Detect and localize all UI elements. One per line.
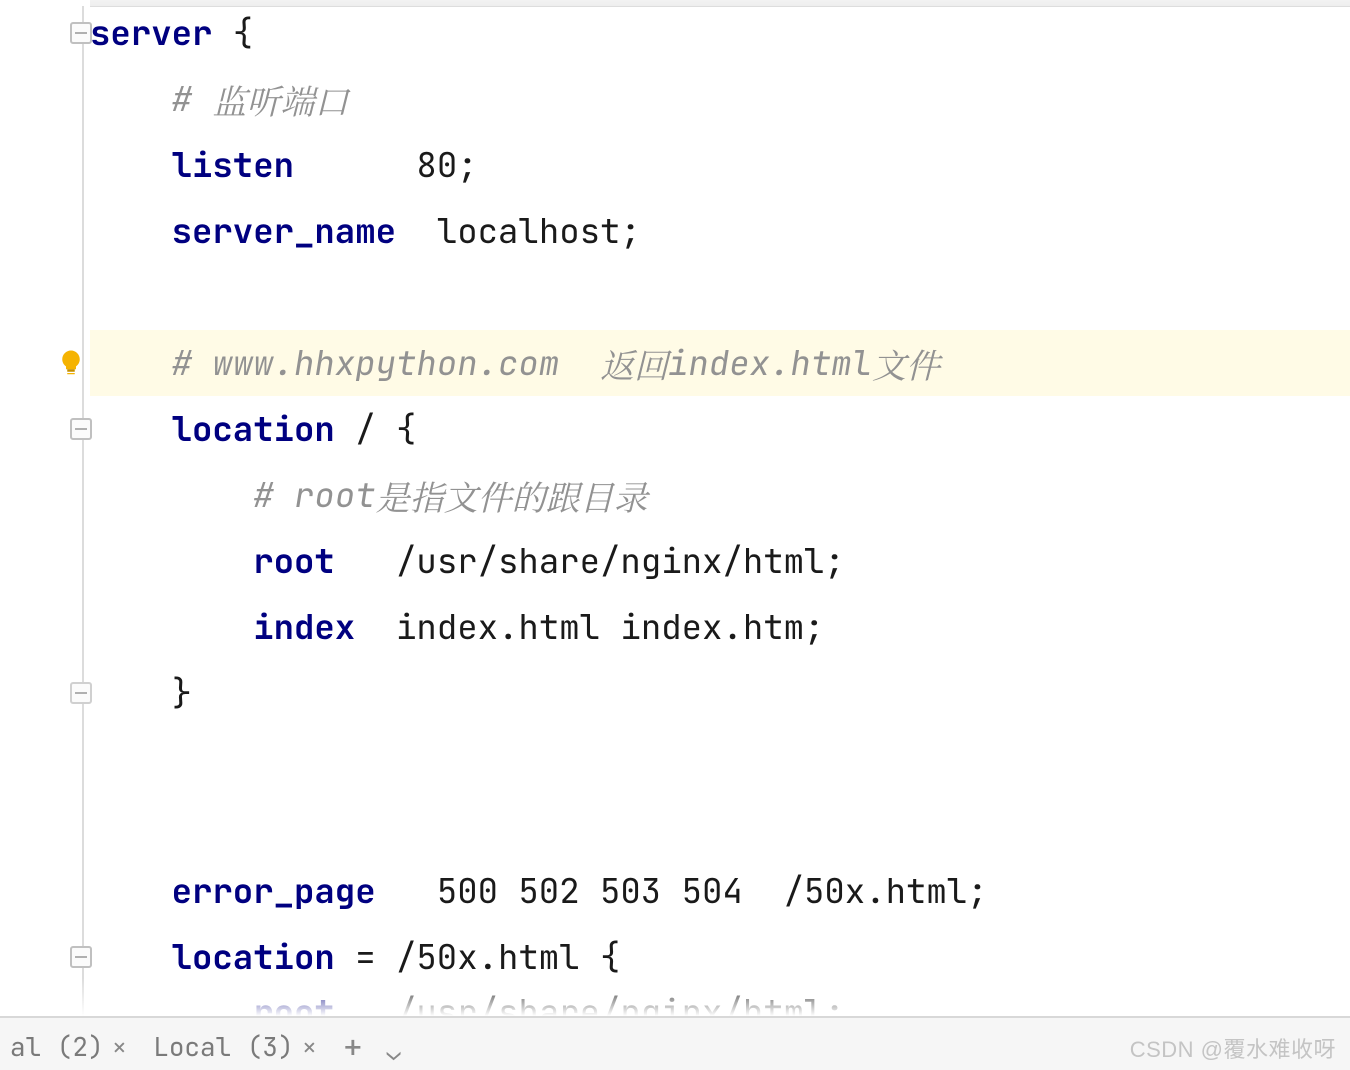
directive-listen: listen — [172, 143, 294, 188]
code-line-blank[interactable] — [90, 264, 1350, 330]
comment-text: index.html — [668, 341, 872, 386]
code-line[interactable]: location / { — [90, 396, 1350, 462]
comment-text: www.hhxpython.com — [212, 341, 600, 386]
value: = /50x.html { — [335, 935, 621, 980]
close-icon[interactable]: × — [302, 1029, 318, 1064]
code-line[interactable]: location = /50x.html { — [90, 924, 1350, 990]
comment-hash: # — [172, 341, 213, 386]
comment-text: 返回 — [600, 339, 668, 388]
watermark-text: CSDN @覆水难收呀 — [1130, 1032, 1336, 1064]
add-tab-icon[interactable]: + — [337, 1025, 368, 1068]
code-line[interactable]: } — [90, 660, 1350, 726]
comment-text: 文件 — [872, 339, 940, 388]
tab-label: al (2) — [10, 1029, 104, 1064]
code-line[interactable]: server { — [90, 0, 1350, 66]
value: 500 502 503 504 /50x.html; — [437, 869, 988, 914]
code-line[interactable]: index index.html index.htm; — [90, 594, 1350, 660]
code-line[interactable]: # 监听端口 — [90, 66, 1350, 132]
code-line[interactable]: root /usr/share/nginx/html; — [90, 528, 1350, 594]
tab-label: Local (3) — [153, 1029, 293, 1064]
code-line[interactable]: error_page 500 502 503 504 /50x.html; — [90, 858, 1350, 924]
code-line[interactable]: listen 80; — [90, 132, 1350, 198]
directive-servername: server_name — [172, 209, 396, 254]
terminal-tab[interactable]: al (2) × — [4, 1025, 133, 1068]
value: index.html index.htm; — [396, 605, 824, 650]
value: 80; — [416, 143, 477, 188]
gutter — [0, 0, 90, 1070]
code-area[interactable]: server { # 监听端口 listen 80; server_name l… — [90, 0, 1350, 1070]
code-line[interactable]: server_name localhost; — [90, 198, 1350, 264]
lightbulb-icon[interactable] — [56, 348, 86, 378]
directive-root: root — [253, 539, 335, 584]
comment-hash: # — [253, 473, 294, 518]
code-line[interactable]: # root是指文件的跟目录 — [90, 462, 1350, 528]
value: localhost; — [437, 209, 641, 254]
comment-hash: # — [172, 77, 213, 122]
code-line-blank[interactable] — [90, 726, 1350, 792]
comment-text: 监听端口 — [212, 75, 348, 124]
code-line-current[interactable]: # www.hhxpython.com 返回index.html文件 — [90, 330, 1350, 396]
directive-location: location — [172, 407, 335, 452]
directive-errorpage: error_page — [172, 869, 376, 914]
code-line-blank[interactable] — [90, 792, 1350, 858]
fold-handle-icon[interactable] — [70, 22, 92, 44]
directive-location: location — [172, 935, 335, 980]
directive-index: index — [253, 605, 355, 650]
fold-handle-icon[interactable] — [70, 946, 92, 968]
comment-text: 是指文件的跟目录 — [376, 471, 648, 520]
value: / { — [335, 407, 417, 452]
keyword-server: server — [90, 11, 212, 56]
value: /usr/share/nginx/html; — [396, 539, 845, 584]
fold-handle-icon[interactable] — [70, 682, 92, 704]
code-editor[interactable]: server { # 监听端口 listen 80; server_name l… — [0, 0, 1350, 1070]
fold-handle-icon[interactable] — [70, 418, 92, 440]
brace: } — [172, 671, 192, 716]
terminal-tab[interactable]: Local (3) × — [147, 1025, 323, 1068]
close-icon[interactable]: × — [112, 1029, 128, 1064]
brace: { — [212, 11, 253, 56]
comment-text: root — [294, 473, 376, 518]
chevron-down-icon[interactable]: ⌄ — [382, 1037, 404, 1068]
